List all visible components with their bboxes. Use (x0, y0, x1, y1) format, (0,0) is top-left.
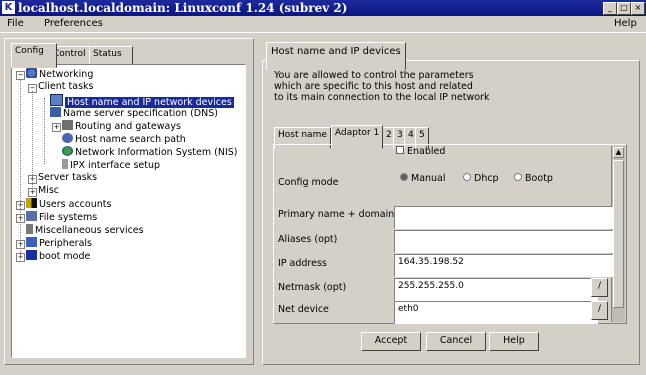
tree-item-peripherals[interactable]: Peripherals (26, 237, 92, 249)
menu-help[interactable]: Help (614, 18, 637, 29)
window-title: localhost.localdomain: Linuxconf 1.24 (s… (18, 1, 348, 15)
radio-selected-icon (400, 173, 408, 181)
netmask-label: Netmask (opt) (278, 282, 347, 293)
left-tab-strip: Config Control Status (11, 43, 133, 68)
monitor-icon (50, 94, 63, 106)
radio-icon (514, 173, 522, 181)
netmask-field[interactable]: 255.255.255.0 (394, 278, 598, 301)
tree-line (44, 98, 45, 164)
tree-item-misc[interactable]: Misc (38, 185, 59, 197)
ipx-icon (62, 159, 68, 169)
tree-item-client-tasks[interactable]: Client tasks (38, 81, 93, 93)
primary-name-label: Primary name + domain (278, 209, 395, 220)
tree-item-search-path[interactable]: Host name search path (62, 133, 186, 145)
tree-item-host-name-ip[interactable]: Host name and IP network devices (50, 94, 234, 108)
maximize-icon[interactable]: □ (617, 2, 631, 15)
enabled-checkbox[interactable]: Enabled (396, 146, 445, 157)
radio-bootp[interactable]: Bootp (514, 173, 553, 184)
router-icon (62, 120, 73, 130)
disk-icon (26, 211, 37, 221)
aliases-field[interactable] (394, 230, 613, 253)
accept-button[interactable]: Accept (361, 332, 421, 351)
tree-item-users[interactable]: Users accounts (26, 198, 111, 210)
tree-line (32, 91, 33, 191)
aliases-label: Aliases (opt) (278, 234, 338, 245)
tree-item-routing[interactable]: Routing and gateways (62, 120, 181, 132)
ip-address-field[interactable]: 164.35.198.52 (394, 254, 613, 277)
services-icon (26, 224, 33, 234)
tree-item-ipx[interactable]: IPX interface setup (62, 159, 160, 171)
tree-item-dns[interactable]: Name server specification (DNS) (50, 107, 218, 119)
users-icon (26, 198, 37, 208)
tree-item-boot-mode[interactable]: boot mode (26, 250, 90, 262)
scroll-up-icon[interactable]: ▲ (613, 147, 624, 158)
close-icon[interactable]: × (631, 2, 645, 15)
menu-preferences[interactable]: Preferences (44, 18, 103, 29)
slash-icon: / (597, 281, 602, 291)
server-icon (50, 107, 61, 117)
network-icon (26, 68, 37, 78)
tree-item-networking[interactable]: Networking (26, 68, 93, 80)
net-device-field[interactable]: eth0 (394, 301, 598, 324)
kde-icon[interactable]: K (2, 1, 15, 14)
scroll-thumb[interactable] (613, 160, 624, 308)
search-path-icon (62, 133, 73, 143)
menu-file[interactable]: File (7, 18, 24, 29)
tab-config[interactable]: Config (11, 43, 57, 68)
ip-address-label: IP address (278, 258, 327, 269)
expander-routing[interactable]: + (52, 123, 61, 132)
primary-name-field[interactable] (394, 206, 613, 229)
tab-adaptor-1[interactable]: Adaptor 1 (331, 125, 384, 149)
radio-dhcp[interactable]: Dhcp (463, 173, 499, 184)
radio-icon (463, 173, 471, 181)
tab-host-name-ip-devices[interactable]: Host name and IP devices (266, 42, 406, 70)
peripherals-icon (26, 237, 37, 247)
tree-item-misc-services[interactable]: Miscellaneous services (26, 224, 144, 236)
checkbox-checked-icon (396, 146, 404, 154)
title-bar: K localhost.localdomain: Linuxconf 1.24 … (0, 0, 646, 16)
form-scrollbar[interactable]: ▲ (611, 146, 625, 322)
slash-icon: / (597, 304, 602, 314)
cancel-button[interactable]: Cancel (426, 332, 486, 351)
help-button[interactable]: Help (489, 332, 539, 351)
minimize-icon[interactable]: _ (603, 2, 617, 15)
net-device-label: Net device (278, 304, 329, 315)
tree-item-nis[interactable]: Network Information System (NIS) (62, 146, 238, 158)
net-device-picker-button[interactable]: / (591, 301, 608, 320)
tree-item-file-systems[interactable]: File systems (26, 211, 97, 223)
config-tree[interactable]: − Networking − Client tasks Host name an… (11, 64, 246, 358)
tree-line (20, 79, 21, 259)
tree-item-server-tasks[interactable]: Server tasks (38, 172, 97, 184)
adaptor-tab-strip: Host name Adaptor 1 2 3 4 5 (274, 125, 454, 149)
right-tab-strip: Host name and IP devices (266, 42, 406, 70)
intro-text: You are allowed to control the parameter… (274, 70, 490, 103)
menu-bar: File Preferences Help (0, 16, 646, 33)
radio-manual[interactable]: Manual (400, 173, 446, 184)
boot-icon (26, 250, 37, 260)
config-mode-label: Config mode (278, 177, 339, 188)
globe-icon (62, 146, 73, 156)
netmask-picker-button[interactable]: / (591, 278, 608, 297)
